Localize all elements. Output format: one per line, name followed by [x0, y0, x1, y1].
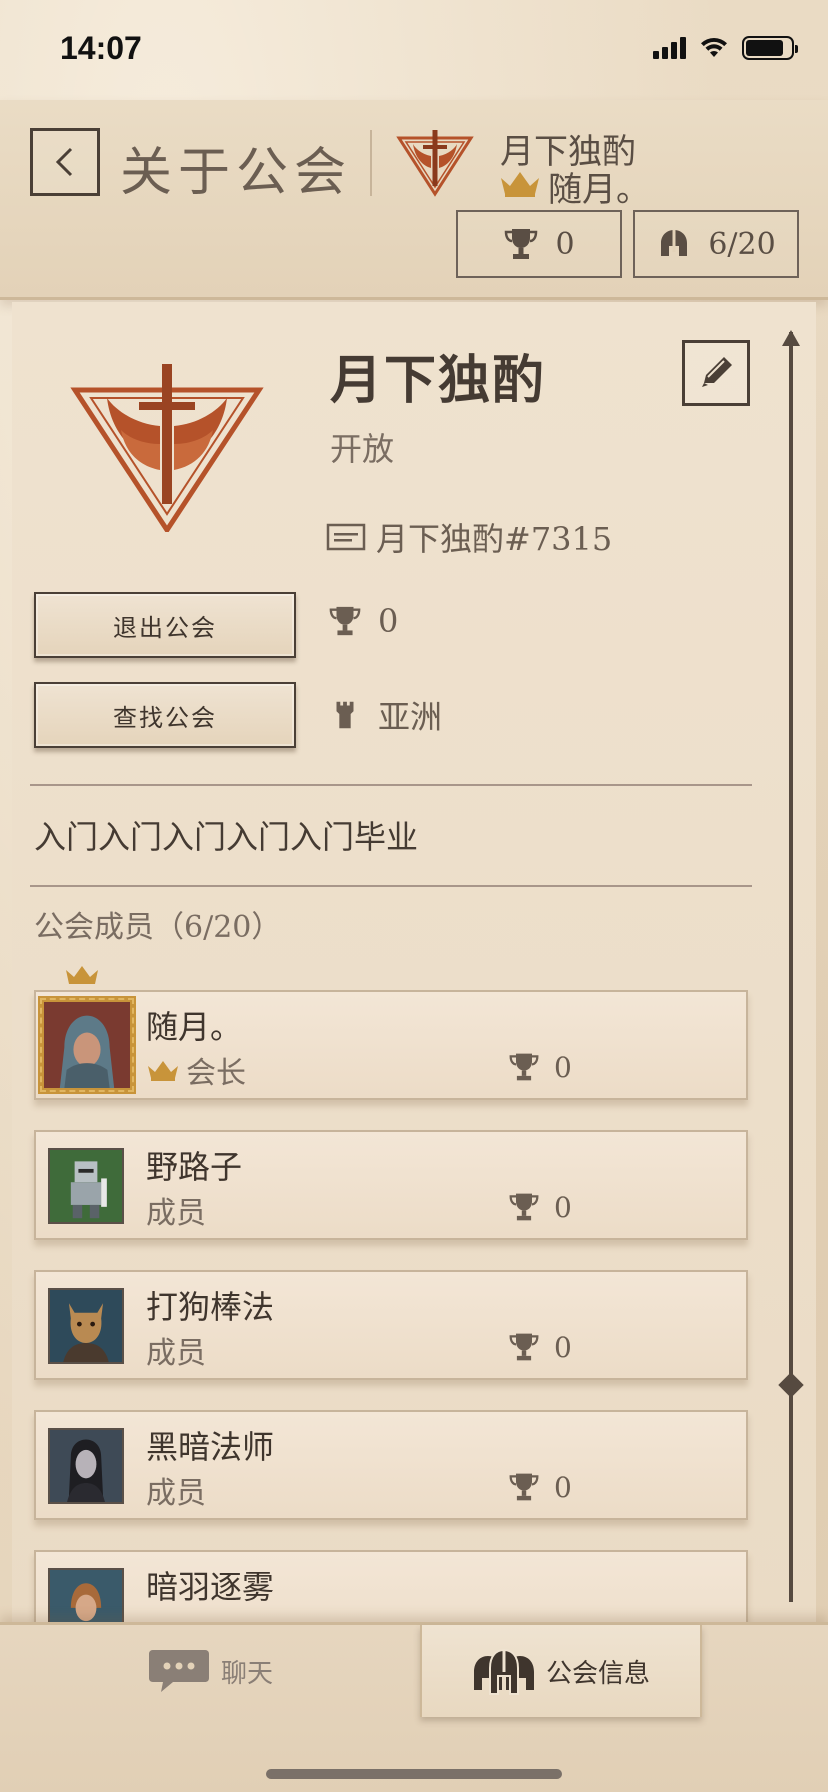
member-trophy: 0 — [508, 1050, 572, 1084]
header-leader-name: 随月。 — [548, 170, 650, 210]
wifi-icon — [701, 37, 727, 57]
member-role: 成员 — [146, 1328, 206, 1372]
guild-helmets-icon — [473, 1648, 534, 1695]
member-avatar — [48, 1148, 124, 1224]
member-name: 黑暗法师 — [146, 1428, 275, 1466]
member-role: 会长 — [146, 1048, 246, 1092]
guild-info-card: 月下独酌 开放 月下独酌#7315 退出公会 查找公会 0 亚洲 入门入门入门入… — [12, 302, 816, 1622]
member-avatar — [48, 1428, 124, 1504]
header: 关于公会 月下独酌 随月。 0 6/20 — [0, 100, 828, 300]
member-role: 成员 — [146, 1188, 206, 1232]
tab-chat-label: 聊天 — [220, 1658, 273, 1689]
member-name: 随月。 — [146, 1008, 243, 1046]
section-divider — [30, 784, 752, 786]
id-card-icon — [326, 523, 366, 551]
status-icons — [653, 36, 798, 60]
crown-icon — [498, 167, 542, 207]
header-trophy-count: 0 — [555, 226, 575, 262]
member-trophy-count: 0 — [554, 1190, 572, 1224]
guild-emblem-icon — [396, 130, 474, 197]
member-role-label: 成员 — [146, 1196, 206, 1231]
member-role-label: 成员 — [146, 1476, 206, 1511]
header-member-stat[interactable]: 6/20 — [633, 210, 799, 278]
tab-guild-info[interactable]: 公会信息 — [420, 1625, 702, 1717]
helmet-icon — [661, 230, 688, 256]
trophy-icon — [509, 1053, 539, 1081]
member-name: 打狗棒法 — [146, 1288, 275, 1326]
find-guild-button[interactable]: 查找公会 — [34, 682, 296, 748]
guild-trophy-row: 0 — [328, 602, 398, 640]
header-leader: 随月。 — [498, 162, 650, 211]
member-row[interactable]: 打狗棒法 成员 0 — [34, 1270, 748, 1380]
trophy-icon — [509, 1473, 539, 1501]
chevron-left-icon — [55, 147, 73, 177]
guild-name: 月下独酌 — [330, 351, 547, 411]
header-divider — [370, 130, 372, 196]
edit-guild-button[interactable] — [682, 340, 750, 406]
member-trophy-count: 0 — [554, 1050, 572, 1084]
member-trophy: 0 — [508, 1330, 572, 1364]
tab-chat[interactable]: 聊天 — [0, 1625, 420, 1717]
back-button[interactable] — [30, 128, 100, 196]
quit-guild-button[interactable]: 退出公会 — [34, 592, 296, 658]
trophy-icon — [509, 1193, 539, 1221]
leader-crown-icon — [66, 966, 98, 984]
tower-icon — [336, 701, 354, 729]
battery-level — [746, 40, 784, 56]
tab-guild-info-label: 公会信息 — [545, 1658, 650, 1689]
guild-trophy-count: 0 — [378, 602, 399, 640]
page-title: 关于公会 — [120, 143, 353, 203]
home-indicator[interactable] — [266, 1769, 562, 1779]
battery-icon — [742, 36, 798, 60]
member-trophy: 0 — [508, 1190, 572, 1224]
guild-emblem — [70, 364, 264, 532]
member-role-label: 会长 — [186, 1056, 246, 1091]
crown-icon — [148, 1061, 178, 1081]
scrollbar[interactable] — [789, 332, 793, 1602]
guild-description: 入门入门入门入门入门毕业 — [34, 818, 419, 856]
status-bar: 14:07 — [0, 0, 828, 100]
app-screen: 14:07 关于公会 月下独酌 随月。 0 6/20 月下独酌 开放 月下独酌#… — [0, 0, 828, 1792]
cellular-signal-icon — [653, 37, 686, 59]
members-label: 公会成员 — [34, 910, 154, 945]
trophy-icon — [329, 606, 361, 636]
status-time: 14:07 — [60, 30, 142, 66]
guild-region: 亚洲 — [378, 698, 443, 736]
bottom-tab-bar: 聊天 公会信息 — [0, 1622, 828, 1792]
member-avatar — [48, 1288, 124, 1364]
section-divider — [30, 885, 752, 887]
header-trophy-stat[interactable]: 0 — [456, 210, 622, 278]
member-role-label: 成员 — [146, 1336, 206, 1371]
members-section-title: 公会成员（6/20） — [34, 902, 281, 946]
scrollbar-thumb[interactable] — [778, 1372, 804, 1398]
guild-status: 开放 — [330, 430, 395, 468]
members-count: （6/20） — [154, 910, 282, 945]
trophy-icon — [505, 229, 538, 259]
trophy-icon — [509, 1333, 539, 1361]
member-row[interactable]: 暗羽逐雾 — [34, 1550, 748, 1622]
member-row[interactable]: 随月。 会长 0 — [34, 990, 748, 1100]
member-row[interactable]: 野路子 成员 0 — [34, 1130, 748, 1240]
member-trophy: 0 — [508, 1470, 572, 1504]
guild-tag-row: 月下独酌#7315 — [326, 514, 612, 560]
member-role: 成员 — [146, 1468, 206, 1512]
member-name: 暗羽逐雾 — [146, 1568, 275, 1606]
member-trophy-count: 0 — [554, 1330, 572, 1364]
member-avatar — [48, 1568, 124, 1622]
guild-tag[interactable]: 月下独酌#7315 — [376, 514, 612, 560]
header-member-count: 6/20 — [708, 226, 776, 262]
guild-region-row: 亚洲 — [328, 692, 442, 738]
scrollbar-top-arrow — [782, 330, 800, 346]
member-row[interactable]: 黑暗法师 成员 0 — [34, 1410, 748, 1520]
member-name: 野路子 — [146, 1148, 243, 1186]
member-avatar — [38, 996, 136, 1094]
chat-bubble-icon — [148, 1650, 209, 1692]
pencil-icon — [702, 357, 732, 387]
member-trophy-count: 0 — [554, 1470, 572, 1504]
